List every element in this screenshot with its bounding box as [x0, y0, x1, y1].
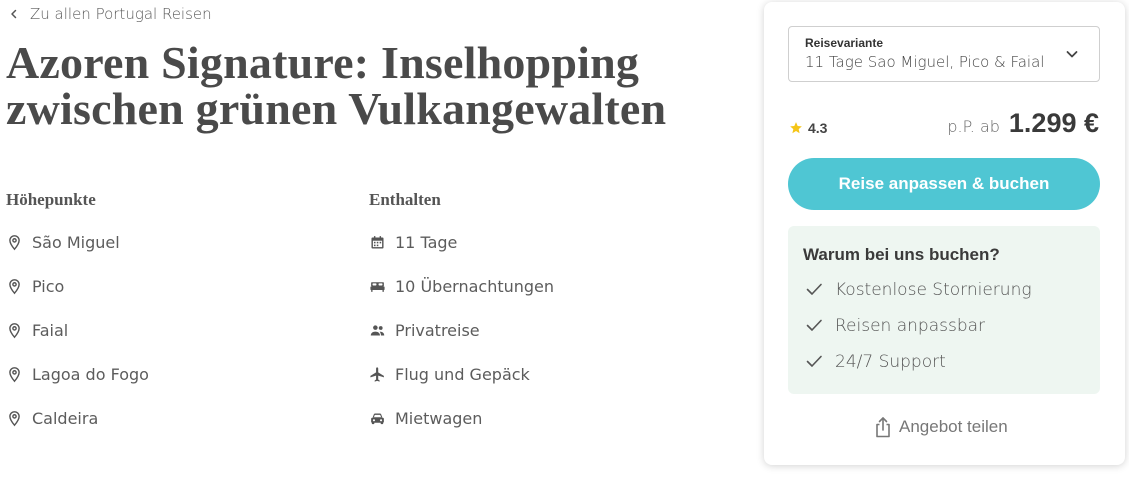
- car-icon: [371, 413, 384, 425]
- included-heading: Enthalten: [369, 190, 441, 209]
- share-icon: [876, 417, 890, 438]
- share-offer-label: Angebot teilen: [899, 417, 1008, 436]
- location-pin-icon: [9, 367, 20, 383]
- customize-and-book-button[interactable]: Reise anpassen & buchen: [788, 158, 1100, 210]
- checkmark-icon: [806, 319, 822, 331]
- highlight-label: Lagoa do Fogo: [32, 365, 149, 384]
- included-label: Flug und Gepäck: [395, 365, 530, 384]
- why-book-heading: Warum bei uns buchen?: [803, 245, 1000, 264]
- share-offer-button[interactable]: Angebot teilen: [874, 416, 1008, 438]
- booking-card: Reisevariante 11 Tage Sao Miguel, Pico &…: [764, 2, 1125, 465]
- calendar-icon: [371, 236, 384, 249]
- included-label: 11 Tage: [395, 233, 458, 252]
- price-prefix: p.P. ab: [947, 117, 1000, 136]
- list-item: Mietwagen: [369, 409, 554, 453]
- travel-variant-value: 11 Tage Sao Miguel, Pico & Faial: [805, 53, 1045, 71]
- location-pin-icon: [9, 411, 20, 427]
- checkmark-icon: [806, 283, 822, 295]
- why-book-item: Reisen anpassbar: [835, 316, 986, 336]
- included-label: Mietwagen: [395, 409, 483, 428]
- star-icon: [790, 122, 802, 134]
- list-item: Privatreise: [369, 321, 554, 365]
- highlight-label: Pico: [32, 277, 65, 296]
- checkmark-icon: [806, 355, 822, 367]
- list-item: Flug und Gepäck: [369, 365, 554, 409]
- list-item: Lagoa do Fogo: [6, 365, 149, 409]
- location-pin-icon: [9, 235, 20, 251]
- why-book-item: 24/7 Support: [835, 352, 946, 372]
- people-icon: [370, 325, 385, 336]
- bed-icon: [370, 282, 385, 292]
- included-label: Privatreise: [395, 321, 480, 340]
- highlight-label: Faial: [32, 321, 69, 340]
- airplane-icon: [370, 367, 384, 382]
- included-label: 10 Übernachtungen: [395, 277, 555, 296]
- list-item: Faial: [6, 321, 149, 365]
- chevron-down-icon: [1066, 51, 1078, 58]
- price: p.P. ab 1.299 €: [947, 108, 1099, 139]
- list-item: 10 Übernachtungen: [369, 277, 554, 321]
- rating: 4.3: [789, 120, 827, 136]
- travel-variant-label: Reisevariante: [805, 36, 884, 50]
- page-title-line-1: Azoren Signature: Inselhopping: [6, 37, 640, 88]
- location-pin-icon: [9, 323, 20, 339]
- price-amount: 1.299 €: [1008, 108, 1099, 138]
- list-item: São Miguel: [6, 233, 149, 277]
- page-title: Azoren Signature: Inselhopping zwischen …: [6, 40, 746, 132]
- list-item: Pico: [6, 277, 149, 321]
- travel-variant-select[interactable]: Reisevariante 11 Tage Sao Miguel, Pico &…: [788, 26, 1100, 82]
- list-item: Reisen anpassbar: [805, 316, 1032, 352]
- list-item: Caldeira: [6, 409, 149, 453]
- why-book-item: Kostenlose Stornierung: [835, 280, 1032, 300]
- highlights-section: Höhepunkte São Miguel Pico Faial Lagoa d…: [6, 190, 149, 453]
- why-book-box: Warum bei uns buchen? Kostenlose Stornie…: [788, 226, 1100, 394]
- highlight-label: São Miguel: [32, 233, 120, 252]
- chevron-left-icon: [11, 9, 17, 19]
- highlights-heading: Höhepunkte: [6, 190, 96, 209]
- back-link[interactable]: Zu allen Portugal Reisen: [8, 4, 212, 24]
- highlight-label: Caldeira: [32, 409, 99, 428]
- included-section: Enthalten 11 Tage 10 Übernachtungen Priv…: [369, 190, 554, 453]
- list-item: Kostenlose Stornierung: [805, 280, 1032, 316]
- location-pin-icon: [9, 279, 20, 295]
- page-title-line-2: zwischen grünen Vulkangewalten: [6, 83, 667, 134]
- back-link-label: Zu allen Portugal Reisen: [30, 5, 212, 23]
- rating-value: 4.3: [808, 120, 828, 136]
- list-item: 11 Tage: [369, 233, 554, 277]
- list-item: 24/7 Support: [805, 352, 1032, 388]
